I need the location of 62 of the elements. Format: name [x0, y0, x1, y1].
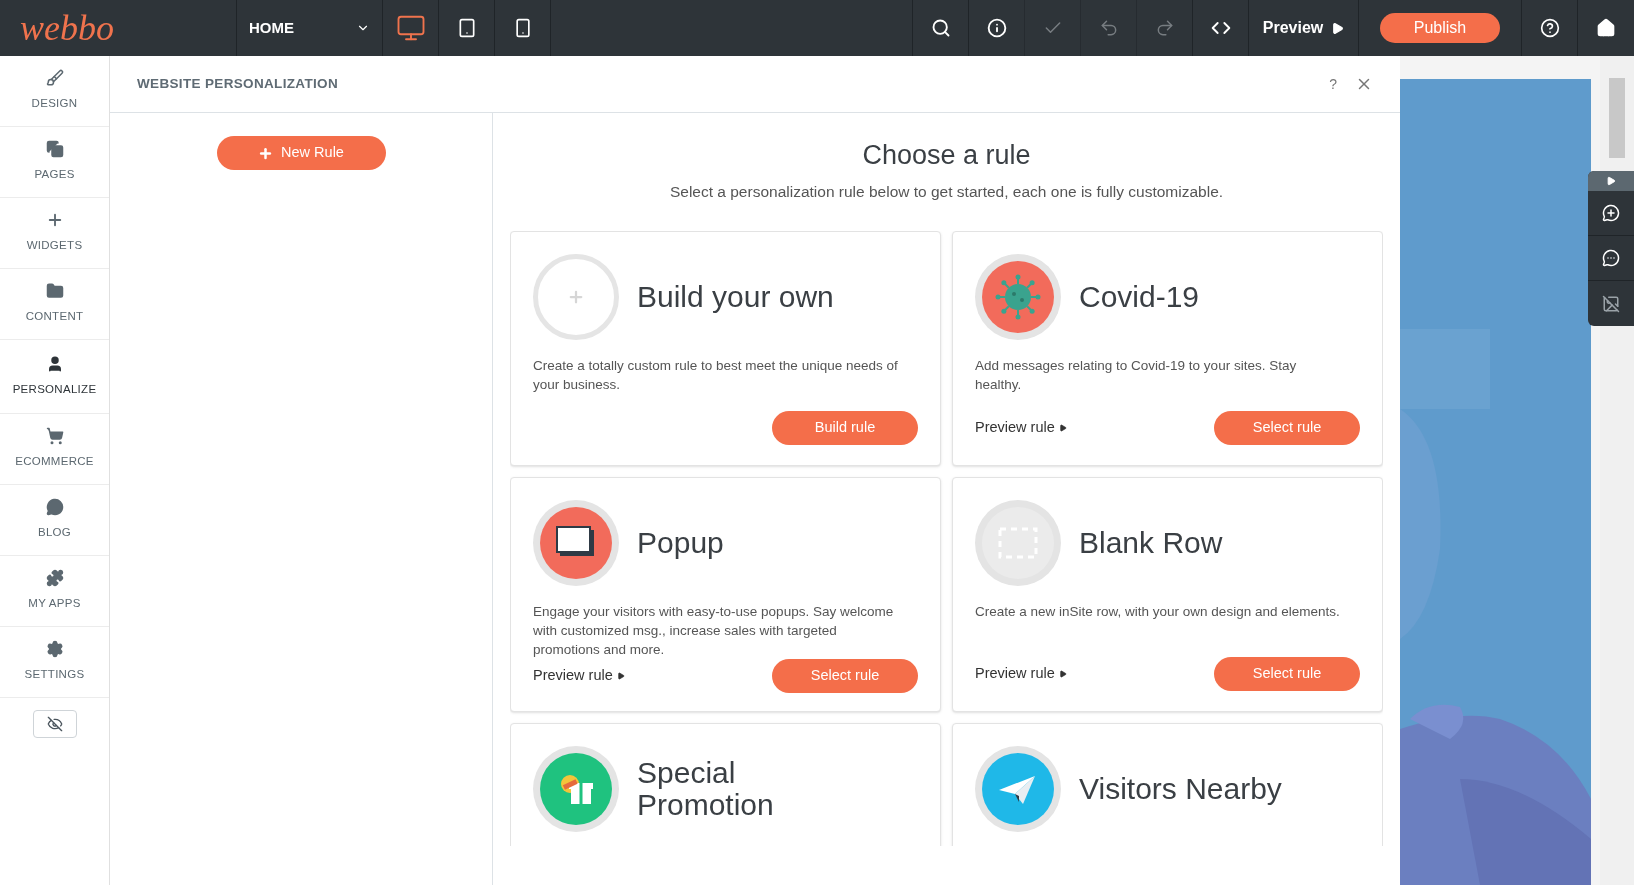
cart-icon — [45, 427, 64, 446]
rule-card[interactable]: Covid-19 Add messages relating to Covid-19 to your sites. Stay healthy. Preview rule Select rule — [952, 231, 1383, 467]
gear-icon — [45, 640, 64, 659]
sidebar-item[interactable]: WIDGETS — [0, 198, 109, 269]
rule-title: Blank Row — [1079, 527, 1223, 560]
rule-card[interactable]: Popup Engage your visitors with easy-to-use popups. Say welcome with customized msg., increase sales with targeted promotions and more. Preview rule Select rule — [510, 477, 941, 713]
rule-description: Add messages relating to Covid-19 to your sites. Stay healthy. — [975, 357, 1298, 395]
play-icon — [1606, 176, 1616, 186]
help-icon — [1539, 18, 1560, 38]
play-icon — [1058, 670, 1067, 679]
info-icon — [986, 18, 1007, 38]
sidebar-item[interactable]: PERSONALIZE — [0, 340, 109, 414]
folder-icon — [45, 282, 64, 301]
sidebar-item[interactable]: ECOMMERCE — [0, 414, 109, 485]
plus-icon — [258, 145, 274, 161]
gift-icon — [533, 746, 619, 833]
rule-card[interactable]: Build your own Create a totally custom rule to best meet the unique needs of your business. Build rule — [510, 231, 941, 467]
help-link[interactable]: ? — [1329, 73, 1337, 95]
rule-title: Build your own — [637, 281, 834, 314]
panel-title: WEBSITE PERSONALIZATION — [137, 74, 338, 93]
search-icon — [930, 18, 951, 38]
rule-description: Create a totally custom rule to best meet the unique needs of your business. — [533, 357, 899, 395]
home-icon — [1596, 18, 1616, 38]
hide-preview-button[interactable] — [32, 710, 77, 738]
rule-card[interactable]: Visitors Nearby — [952, 723, 1383, 847]
sidebar-item[interactable]: SETTINGS — [0, 627, 109, 698]
paper-plane-icon — [975, 746, 1061, 833]
rule-title: Visitors Nearby — [1079, 773, 1282, 806]
play-icon — [1058, 424, 1067, 433]
sidebar-item[interactable]: MY APPS — [0, 556, 109, 627]
chat-bubble-icon — [45, 498, 64, 517]
popup-window-icon — [533, 500, 619, 587]
puzzle-icon — [45, 569, 64, 588]
sidebar-item[interactable]: CONTENT — [0, 269, 109, 340]
panel-heading: Choose a rule — [861, 139, 1032, 172]
preview-rule-link[interactable]: Preview rule — [533, 665, 625, 688]
sidebar-item[interactable]: PAGES — [0, 127, 109, 198]
rule-description: Engage your visitors with easy-to-use popups. Say welcome with customized msg., increase sales with targeted promotions and more. — [533, 603, 895, 660]
rule-title: Popup — [637, 527, 724, 560]
logo[interactable]: webbo — [20, 10, 114, 46]
play-icon — [616, 672, 625, 681]
pages-icon — [45, 140, 64, 159]
sidebar-item[interactable]: BLOG — [0, 485, 109, 556]
desktop-icon — [395, 13, 426, 43]
rule-card[interactable]: Special Promotion — [510, 723, 941, 847]
rule-card[interactable]: Blank Row Create a new inSite row, with your own design and elements. Preview rule Select rule — [952, 477, 1383, 713]
preview-rule-link[interactable]: Preview rule — [975, 417, 1067, 440]
brush-icon — [45, 69, 64, 88]
virus-icon — [975, 254, 1061, 341]
play-icon — [1331, 21, 1345, 35]
image-off-icon — [1602, 294, 1620, 313]
preview-rule-link[interactable]: Preview rule — [975, 663, 1067, 686]
scrollbar-thumb[interactable] — [1609, 78, 1625, 158]
rule-title: Special Promotion — [637, 757, 775, 822]
rule-title: Covid-19 — [1079, 281, 1200, 314]
collapse-toolbar-button[interactable] — [1588, 171, 1634, 191]
chat-plus-icon — [1602, 204, 1620, 222]
panel-subtitle: Select a personalization rule below to get started, each one is fully customizable. — [668, 182, 1225, 202]
eye-off-icon — [46, 716, 63, 732]
rule-description: Create a new inSite row, with your own design and elements. — [975, 603, 1341, 622]
chat-dots-icon — [1602, 249, 1620, 267]
sidebar-item[interactable]: DESIGN — [0, 56, 109, 127]
